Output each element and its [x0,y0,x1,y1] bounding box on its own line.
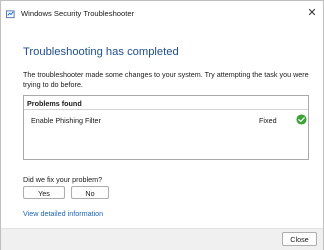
feedback-question: Did we fix your problem? [23,175,103,184]
window-close-button[interactable]: ✕ [304,5,320,21]
troubleshooter-icon [6,10,15,19]
yes-button[interactable]: Yes [23,186,65,199]
problem-item-name: Enable Phishing Filter [31,116,101,125]
window-title: Windows Security Troubleshooter [21,9,135,18]
close-icon: ✕ [307,7,317,19]
problems-found-header: Problems found [27,99,82,108]
troubleshooter-window: Windows Security Troubleshooter ✕ Troubl… [0,0,324,250]
check-icon [296,114,307,125]
close-button[interactable]: Close [282,232,317,246]
title-bar: Windows Security Troubleshooter ✕ [1,1,323,27]
footer-bar: Close [1,228,323,250]
divider [24,109,308,110]
view-details-link[interactable]: View detailed information [23,209,103,218]
result-description: The troubleshooter made some changes to … [23,70,309,89]
page-title: Troubleshooting has completed [23,46,179,58]
problems-found-panel: Problems found Enable Phishing Filter Fi… [23,95,309,160]
problem-item-status: Fixed [259,116,277,125]
no-button[interactable]: No [71,186,109,199]
